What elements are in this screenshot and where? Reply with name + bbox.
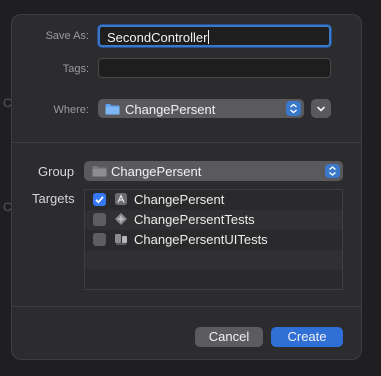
save-as-value: SecondController <box>107 30 208 45</box>
group-popup[interactable]: ChangePersent <box>84 161 343 181</box>
target-name: ChangePersent <box>134 192 225 207</box>
empty-row <box>85 250 342 270</box>
folder-icon <box>92 166 107 177</box>
chevron-down-icon <box>316 106 326 112</box>
tags-label: Tags: <box>62 63 89 75</box>
target-row[interactable]: ChangePersent <box>85 190 342 210</box>
divider <box>12 142 361 143</box>
where-popup[interactable]: ChangePersent <box>98 99 304 118</box>
target-name: ChangePersentTests <box>134 212 255 227</box>
targets-list: ChangePersent ChangePersentTests ChangeP… <box>84 189 343 290</box>
targets-label: Targets <box>32 191 75 206</box>
ui-test-icon <box>115 234 127 245</box>
cancel-button[interactable]: Cancel <box>195 327 263 347</box>
empty-row <box>85 270 342 290</box>
tags-field[interactable] <box>98 58 331 78</box>
save-as-label: Save As: <box>45 30 89 42</box>
where-value: ChangePersent <box>125 102 216 117</box>
expand-button[interactable] <box>311 99 331 118</box>
save-sheet: Save As: SecondController Tags: Where: C… <box>11 14 362 360</box>
save-as-field[interactable]: SecondController <box>98 25 331 47</box>
group-label: Group <box>38 164 75 179</box>
checkbox[interactable] <box>93 193 106 206</box>
target-row[interactable]: ChangePersentTests <box>85 210 342 230</box>
create-button[interactable]: Create <box>271 327 343 347</box>
folder-icon <box>105 104 120 115</box>
target-name: ChangePersentUITests <box>134 232 268 247</box>
checkbox[interactable] <box>93 233 106 246</box>
group-value: ChangePersent <box>111 164 202 179</box>
popup-arrows-icon <box>286 101 301 116</box>
text-caret <box>208 30 210 44</box>
app-target-icon <box>115 193 127 205</box>
popup-arrows-icon <box>325 164 340 178</box>
where-label: Where: <box>53 104 89 116</box>
checkbox[interactable] <box>93 213 106 226</box>
checkmark-icon <box>95 196 104 204</box>
target-row[interactable]: ChangePersentUITests <box>85 230 342 250</box>
unit-test-icon <box>115 213 127 225</box>
divider <box>12 306 361 307</box>
